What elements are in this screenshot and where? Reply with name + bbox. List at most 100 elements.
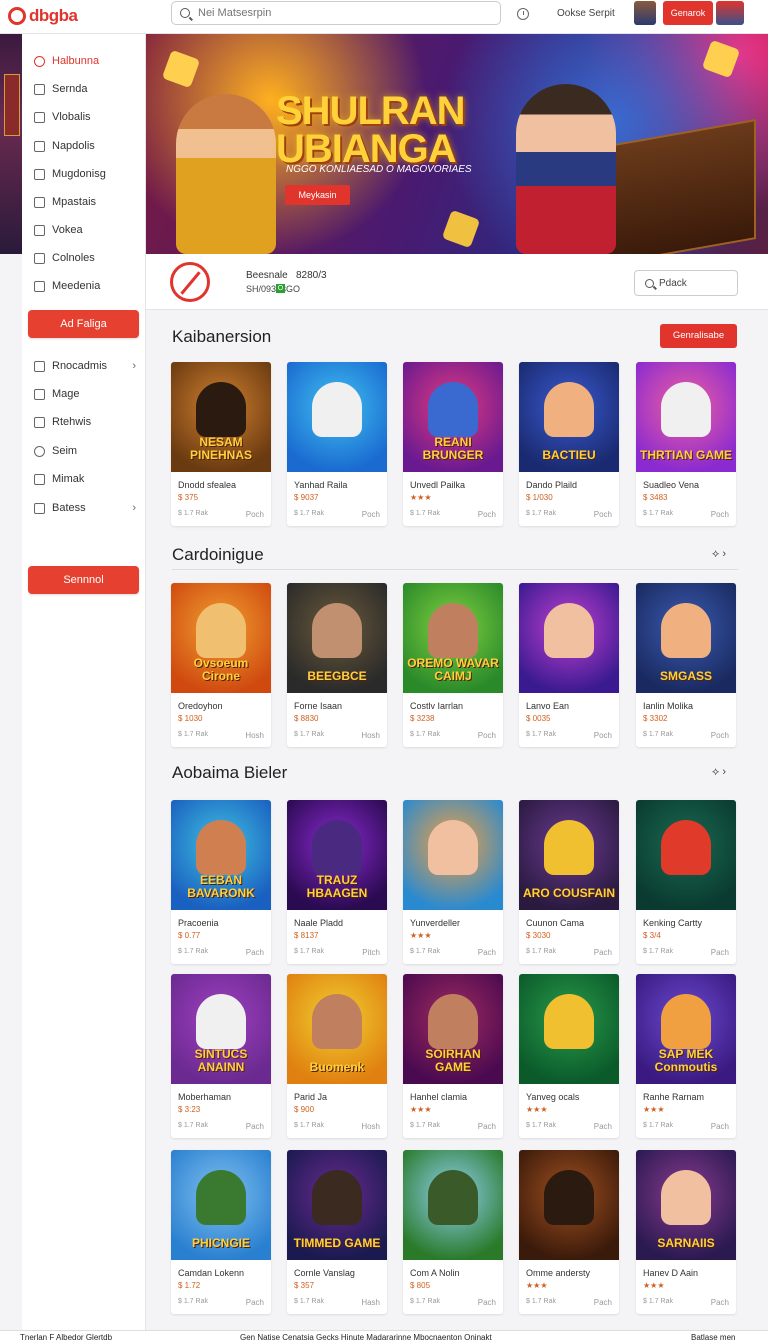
- header-cta-button[interactable]: Genarok: [663, 1, 713, 25]
- game-play-link[interactable]: Hash: [361, 1298, 380, 1307]
- sidebar-item[interactable]: Napdolis: [22, 135, 146, 157]
- game-thumbnail[interactable]: SOIRHAN GAME: [403, 974, 503, 1084]
- game-card[interactable]: Lanvo Ean $ 0035 $ 1.7 Rak Poch: [519, 583, 619, 747]
- section-nav-arrows[interactable]: ⟡ ›: [712, 548, 726, 561]
- game-card[interactable]: PHICNGIE Camdan Lokenn $ 1.72 $ 1.7 Rak Pach: [171, 1150, 271, 1314]
- game-card[interactable]: EEBAN BAVARONK Pracoenia $ 0.77 $ 1.7 Rak Pa…: [171, 800, 271, 964]
- footer-right-text[interactable]: Batlase men: [691, 1333, 735, 1342]
- sidebar-item[interactable]: Meedenia: [22, 275, 146, 297]
- game-play-link[interactable]: Pach: [478, 1122, 496, 1131]
- sidebar-item[interactable]: Halbunna: [22, 50, 146, 72]
- game-thumbnail[interactable]: TIMMED GAME: [287, 1150, 387, 1260]
- game-card[interactable]: TRAUZ HBAAGEN Naale Pladd $ 8137 $ 1.7 Rak P…: [287, 800, 387, 964]
- game-thumbnail[interactable]: [287, 362, 387, 472]
- game-thumbnail[interactable]: [636, 800, 736, 910]
- profile-search[interactable]: Pdack: [634, 270, 738, 296]
- footer-links[interactable]: Gen Natise Cenatsia Gecks Hinute Madarar…: [240, 1333, 492, 1342]
- game-thumbnail[interactable]: TRAUZ HBAAGEN: [287, 800, 387, 910]
- game-card[interactable]: SOIRHAN GAME Hanhel clamia ★★★ $ 1.7 Rak Pac…: [403, 974, 503, 1138]
- sidebar-item[interactable]: Colnoles: [22, 247, 146, 269]
- profile-avatar[interactable]: [716, 1, 744, 25]
- game-card[interactable]: Ovsoeum Cirone Oredoyhon $ 1030 $ 1.7 Rak Ho…: [171, 583, 271, 747]
- game-play-link[interactable]: Pach: [594, 1298, 612, 1307]
- section-nav-arrows[interactable]: ⟡ ›: [712, 766, 726, 779]
- game-card[interactable]: BACTIEU Dando Plaild $ 1/030 $ 1.7 Rak Poch: [519, 362, 619, 526]
- game-play-link[interactable]: Pitch: [362, 948, 380, 957]
- banner-button[interactable]: Meykasin: [285, 185, 350, 205]
- game-play-link[interactable]: Pach: [246, 1298, 264, 1307]
- game-card[interactable]: SARNAIIS Hanev D Aain ★★★ $ 1.7 Rak Pach: [636, 1150, 736, 1314]
- footer-left-text[interactable]: Tnerlan F Albedor Glertdb: [20, 1333, 112, 1342]
- game-thumbnail[interactable]: REANI BRUNGER: [403, 362, 503, 472]
- sidebar-item[interactable]: Mpastais: [22, 191, 146, 213]
- header-links[interactable]: Ookse Serpit: [557, 8, 615, 19]
- game-thumbnail[interactable]: SINTUCS ANAINN: [171, 974, 271, 1084]
- game-play-link[interactable]: Hosh: [245, 731, 264, 740]
- game-thumbnail[interactable]: BEEGBCE: [287, 583, 387, 693]
- game-thumbnail[interactable]: SARNAIIS: [636, 1150, 736, 1260]
- game-card[interactable]: TIMMED GAME Cornle Vanslag $ 357 $ 1.7 Rak H…: [287, 1150, 387, 1314]
- game-thumbnail[interactable]: EEBAN BAVARONK: [171, 800, 271, 910]
- game-card[interactable]: NESAM PINEHNAS Dnodd sfealea $ 375 $ 1.7 Ra…: [171, 362, 271, 526]
- game-play-link[interactable]: Pach: [594, 948, 612, 957]
- game-play-link[interactable]: Poch: [362, 510, 380, 519]
- game-card[interactable]: Yanhad Raila $ 9037 $ 1.7 Rak Poch: [287, 362, 387, 526]
- game-card[interactable]: BEEGBCE Forne Isaan $ 8830 $ 1.7 Rak Hosh: [287, 583, 387, 747]
- user-avatar[interactable]: [634, 1, 656, 25]
- section-action-button[interactable]: Genralisabe: [660, 324, 737, 348]
- game-card[interactable]: Yanveg ocals ★★★ $ 1.7 Rak Pach: [519, 974, 619, 1138]
- search-input[interactable]: [198, 7, 478, 19]
- game-card[interactable]: Buomenk Parid Ja $ 900 $ 1.7 Rak Hosh: [287, 974, 387, 1138]
- game-card[interactable]: SMGASS Ianlin Molika $ 3302 $ 1.7 Rak Poch: [636, 583, 736, 747]
- game-play-link[interactable]: Hosh: [361, 1122, 380, 1131]
- game-thumbnail[interactable]: [519, 583, 619, 693]
- game-card[interactable]: Yunverdeller ★★★ $ 1.7 Rak Pach: [403, 800, 503, 964]
- game-thumbnail[interactable]: THRTIAN GAME: [636, 362, 736, 472]
- search-bar[interactable]: [171, 1, 501, 25]
- game-thumbnail[interactable]: [403, 1150, 503, 1260]
- game-thumbnail[interactable]: OREMO WAVAR CAIMJ: [403, 583, 503, 693]
- sidebar-item[interactable]: Vokea: [22, 219, 146, 241]
- game-thumbnail[interactable]: SAP MEK Conmoutis: [636, 974, 736, 1084]
- sidebar-item[interactable]: Vlobalis: [22, 106, 146, 128]
- sidebar-secondary-button[interactable]: Sennnol: [28, 566, 139, 594]
- game-play-link[interactable]: Poch: [478, 731, 496, 740]
- game-play-link[interactable]: Poch: [594, 731, 612, 740]
- sidebar-item[interactable]: Sernda: [22, 78, 146, 100]
- game-play-link[interactable]: Pach: [478, 948, 496, 957]
- game-thumbnail[interactable]: PHICNGIE: [171, 1150, 271, 1260]
- game-play-link[interactable]: Poch: [711, 510, 729, 519]
- game-play-link[interactable]: Pach: [594, 1122, 612, 1131]
- game-play-link[interactable]: Pach: [246, 1122, 264, 1131]
- game-card[interactable]: Kenking Cartty $ 3/4 $ 1.7 Rak Pach: [636, 800, 736, 964]
- sidebar-item[interactable]: Mugdonisg: [22, 163, 146, 185]
- game-thumbnail[interactable]: NESAM PINEHNAS: [171, 362, 271, 472]
- game-play-link[interactable]: Poch: [246, 510, 264, 519]
- game-thumbnail[interactable]: SMGASS: [636, 583, 736, 693]
- game-play-link[interactable]: Poch: [478, 510, 496, 519]
- game-play-link[interactable]: Pach: [711, 1298, 729, 1307]
- sidebar-item[interactable]: Seim: [22, 440, 146, 462]
- site-logo[interactable]: dbgba: [8, 4, 108, 28]
- sidebar-item[interactable]: Mimak: [22, 468, 146, 490]
- game-thumbnail[interactable]: [403, 800, 503, 910]
- game-thumbnail[interactable]: Ovsoeum Cirone: [171, 583, 271, 693]
- sidebar-item[interactable]: Rnocadmis ›: [22, 355, 146, 377]
- sidebar-item[interactable]: Batess ›: [22, 497, 146, 519]
- game-thumbnail[interactable]: Buomenk: [287, 974, 387, 1084]
- game-thumbnail[interactable]: BACTIEU: [519, 362, 619, 472]
- game-play-link[interactable]: Poch: [594, 510, 612, 519]
- game-play-link[interactable]: Pach: [478, 1298, 496, 1307]
- game-card[interactable]: THRTIAN GAME Suadleo Vena $ 3483 $ 1.7 Rak P…: [636, 362, 736, 526]
- hero-banner[interactable]: SHULRAN UBIANGA NGGO KONLIAESAD O MAGOVO…: [146, 34, 768, 254]
- game-play-link[interactable]: Hosh: [361, 731, 380, 740]
- game-card[interactable]: OREMO WAVAR CAIMJ Costlv Iarrlan $ 3238 $ 1…: [403, 583, 503, 747]
- game-play-link[interactable]: Poch: [711, 731, 729, 740]
- game-card[interactable]: SAP MEK Conmoutis Ranhe Rarnam ★★★ $ 1.7 Ra…: [636, 974, 736, 1138]
- game-play-link[interactable]: Pach: [711, 948, 729, 957]
- game-card[interactable]: ARO COUSFAIN Cuunon Cama $ 3030 $ 1.7 Rak Pa…: [519, 800, 619, 964]
- game-card[interactable]: REANI BRUNGER Unvedl Pailka ★★★ $ 1.7 Rak Po…: [403, 362, 503, 526]
- sidebar-primary-button[interactable]: Ad Faliga: [28, 310, 139, 338]
- game-play-link[interactable]: Pach: [711, 1122, 729, 1131]
- sidebar-item[interactable]: Mage: [22, 383, 146, 405]
